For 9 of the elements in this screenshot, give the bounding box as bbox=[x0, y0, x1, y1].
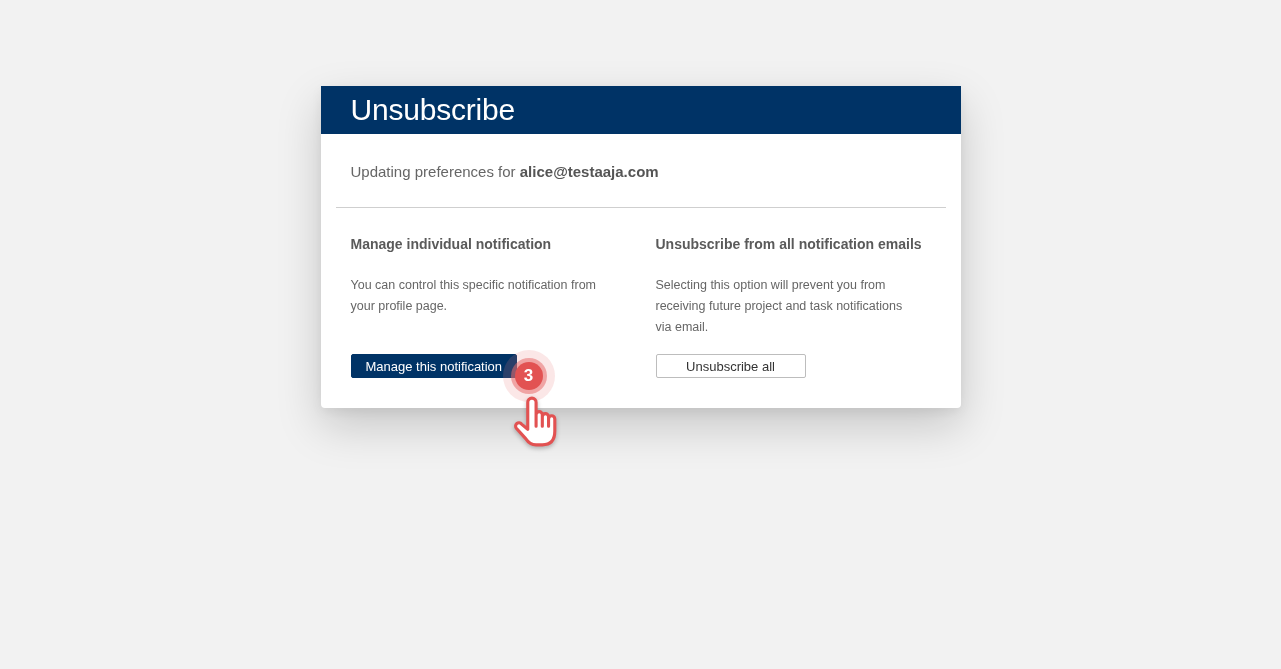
option-description: You can control this specific notification from your profile page. bbox=[350, 277, 597, 315]
step-badge: 3 bbox=[514, 362, 543, 390]
option-heading: Manage individual notification bbox=[350, 235, 553, 254]
action-button[interactable]: Unsubscribe all bbox=[655, 354, 806, 378]
option-heading: Unsubscribe from all notification emails bbox=[655, 235, 923, 254]
dialog-title: Unsubscribe bbox=[350, 92, 516, 128]
option-description: Selecting this option will prevent you from receiving future project and task notifications via email. bbox=[655, 277, 904, 336]
intro-text: Updating preferences for alice@testaaja.com bbox=[349, 162, 660, 182]
action-button[interactable]: Manage this notification bbox=[350, 354, 518, 378]
